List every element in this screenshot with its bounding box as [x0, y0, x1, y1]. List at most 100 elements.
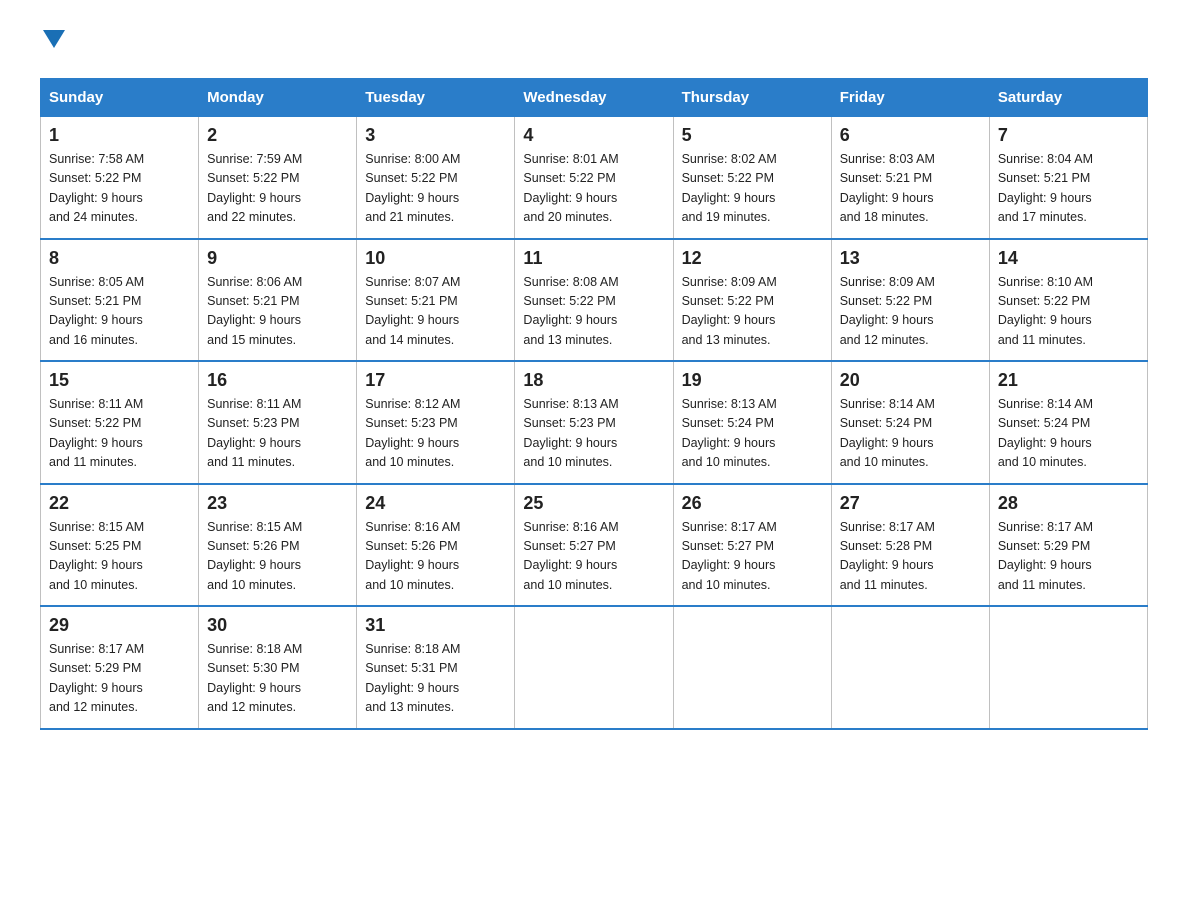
calendar-cell	[515, 606, 673, 729]
day-info: Sunrise: 8:14 AMSunset: 5:24 PMDaylight:…	[998, 397, 1093, 469]
day-info: Sunrise: 8:17 AMSunset: 5:27 PMDaylight:…	[682, 520, 777, 592]
day-number: 30	[207, 615, 348, 636]
calendar-cell: 25 Sunrise: 8:16 AMSunset: 5:27 PMDaylig…	[515, 484, 673, 607]
day-number: 23	[207, 493, 348, 514]
calendar-cell: 3 Sunrise: 8:00 AMSunset: 5:22 PMDayligh…	[357, 117, 515, 239]
day-info: Sunrise: 8:05 AMSunset: 5:21 PMDaylight:…	[49, 275, 144, 347]
day-info: Sunrise: 8:15 AMSunset: 5:25 PMDaylight:…	[49, 520, 144, 592]
day-header-sunday: Sunday	[41, 79, 199, 117]
day-info: Sunrise: 8:11 AMSunset: 5:22 PMDaylight:…	[49, 397, 143, 469]
week-row-5: 29 Sunrise: 8:17 AMSunset: 5:29 PMDaylig…	[41, 606, 1148, 729]
day-info: Sunrise: 8:00 AMSunset: 5:22 PMDaylight:…	[365, 152, 460, 224]
calendar-cell: 31 Sunrise: 8:18 AMSunset: 5:31 PMDaylig…	[357, 606, 515, 729]
day-info: Sunrise: 8:10 AMSunset: 5:22 PMDaylight:…	[998, 275, 1093, 347]
day-info: Sunrise: 8:06 AMSunset: 5:21 PMDaylight:…	[207, 275, 302, 347]
day-number: 19	[682, 370, 823, 391]
day-number: 3	[365, 125, 506, 146]
page-header	[40, 30, 1148, 54]
day-number: 18	[523, 370, 664, 391]
calendar-cell: 8 Sunrise: 8:05 AMSunset: 5:21 PMDayligh…	[41, 239, 199, 362]
day-info: Sunrise: 8:08 AMSunset: 5:22 PMDaylight:…	[523, 275, 618, 347]
day-header-tuesday: Tuesday	[357, 79, 515, 117]
day-number: 28	[998, 493, 1139, 514]
day-number: 22	[49, 493, 190, 514]
calendar-cell: 12 Sunrise: 8:09 AMSunset: 5:22 PMDaylig…	[673, 239, 831, 362]
day-number: 29	[49, 615, 190, 636]
day-number: 9	[207, 248, 348, 269]
day-info: Sunrise: 8:04 AMSunset: 5:21 PMDaylight:…	[998, 152, 1093, 224]
day-info: Sunrise: 8:01 AMSunset: 5:22 PMDaylight:…	[523, 152, 618, 224]
day-number: 26	[682, 493, 823, 514]
calendar-cell: 23 Sunrise: 8:15 AMSunset: 5:26 PMDaylig…	[199, 484, 357, 607]
calendar-cell: 30 Sunrise: 8:18 AMSunset: 5:30 PMDaylig…	[199, 606, 357, 729]
calendar-header: SundayMondayTuesdayWednesdayThursdayFrid…	[41, 79, 1148, 117]
calendar-cell: 5 Sunrise: 8:02 AMSunset: 5:22 PMDayligh…	[673, 117, 831, 239]
day-info: Sunrise: 8:09 AMSunset: 5:22 PMDaylight:…	[682, 275, 777, 347]
logo-triangle-icon	[43, 30, 65, 48]
header-row: SundayMondayTuesdayWednesdayThursdayFrid…	[41, 79, 1148, 117]
day-number: 10	[365, 248, 506, 269]
day-number: 16	[207, 370, 348, 391]
calendar-cell	[989, 606, 1147, 729]
calendar-cell: 2 Sunrise: 7:59 AMSunset: 5:22 PMDayligh…	[199, 117, 357, 239]
week-row-3: 15 Sunrise: 8:11 AMSunset: 5:22 PMDaylig…	[41, 361, 1148, 484]
day-number: 13	[840, 248, 981, 269]
day-number: 1	[49, 125, 190, 146]
day-number: 17	[365, 370, 506, 391]
calendar-cell: 22 Sunrise: 8:15 AMSunset: 5:25 PMDaylig…	[41, 484, 199, 607]
day-info: Sunrise: 8:18 AMSunset: 5:30 PMDaylight:…	[207, 642, 302, 714]
day-header-wednesday: Wednesday	[515, 79, 673, 117]
day-info: Sunrise: 7:59 AMSunset: 5:22 PMDaylight:…	[207, 152, 302, 224]
day-number: 31	[365, 615, 506, 636]
day-number: 2	[207, 125, 348, 146]
day-info: Sunrise: 7:58 AMSunset: 5:22 PMDaylight:…	[49, 152, 144, 224]
calendar-cell: 16 Sunrise: 8:11 AMSunset: 5:23 PMDaylig…	[199, 361, 357, 484]
calendar-cell: 29 Sunrise: 8:17 AMSunset: 5:29 PMDaylig…	[41, 606, 199, 729]
calendar-cell: 21 Sunrise: 8:14 AMSunset: 5:24 PMDaylig…	[989, 361, 1147, 484]
calendar-cell: 13 Sunrise: 8:09 AMSunset: 5:22 PMDaylig…	[831, 239, 989, 362]
calendar-table: SundayMondayTuesdayWednesdayThursdayFrid…	[40, 78, 1148, 730]
week-row-1: 1 Sunrise: 7:58 AMSunset: 5:22 PMDayligh…	[41, 117, 1148, 239]
day-info: Sunrise: 8:12 AMSunset: 5:23 PMDaylight:…	[365, 397, 460, 469]
day-header-monday: Monday	[199, 79, 357, 117]
day-info: Sunrise: 8:11 AMSunset: 5:23 PMDaylight:…	[207, 397, 301, 469]
day-info: Sunrise: 8:13 AMSunset: 5:23 PMDaylight:…	[523, 397, 618, 469]
logo	[40, 30, 65, 54]
day-info: Sunrise: 8:13 AMSunset: 5:24 PMDaylight:…	[682, 397, 777, 469]
calendar-cell: 10 Sunrise: 8:07 AMSunset: 5:21 PMDaylig…	[357, 239, 515, 362]
calendar-cell: 7 Sunrise: 8:04 AMSunset: 5:21 PMDayligh…	[989, 117, 1147, 239]
day-info: Sunrise: 8:16 AMSunset: 5:26 PMDaylight:…	[365, 520, 460, 592]
day-number: 12	[682, 248, 823, 269]
calendar-cell: 6 Sunrise: 8:03 AMSunset: 5:21 PMDayligh…	[831, 117, 989, 239]
day-info: Sunrise: 8:02 AMSunset: 5:22 PMDaylight:…	[682, 152, 777, 224]
calendar-cell: 20 Sunrise: 8:14 AMSunset: 5:24 PMDaylig…	[831, 361, 989, 484]
calendar-cell: 19 Sunrise: 8:13 AMSunset: 5:24 PMDaylig…	[673, 361, 831, 484]
day-number: 4	[523, 125, 664, 146]
calendar-cell: 17 Sunrise: 8:12 AMSunset: 5:23 PMDaylig…	[357, 361, 515, 484]
day-info: Sunrise: 8:15 AMSunset: 5:26 PMDaylight:…	[207, 520, 302, 592]
day-number: 11	[523, 248, 664, 269]
calendar-cell: 9 Sunrise: 8:06 AMSunset: 5:21 PMDayligh…	[199, 239, 357, 362]
day-number: 20	[840, 370, 981, 391]
day-info: Sunrise: 8:18 AMSunset: 5:31 PMDaylight:…	[365, 642, 460, 714]
day-header-friday: Friday	[831, 79, 989, 117]
day-number: 21	[998, 370, 1139, 391]
day-number: 6	[840, 125, 981, 146]
day-number: 8	[49, 248, 190, 269]
week-row-2: 8 Sunrise: 8:05 AMSunset: 5:21 PMDayligh…	[41, 239, 1148, 362]
day-info: Sunrise: 8:17 AMSunset: 5:29 PMDaylight:…	[49, 642, 144, 714]
calendar-cell: 24 Sunrise: 8:16 AMSunset: 5:26 PMDaylig…	[357, 484, 515, 607]
calendar-cell: 11 Sunrise: 8:08 AMSunset: 5:22 PMDaylig…	[515, 239, 673, 362]
day-number: 5	[682, 125, 823, 146]
day-number: 24	[365, 493, 506, 514]
day-number: 25	[523, 493, 664, 514]
day-number: 15	[49, 370, 190, 391]
calendar-cell	[831, 606, 989, 729]
day-info: Sunrise: 8:17 AMSunset: 5:29 PMDaylight:…	[998, 520, 1093, 592]
calendar-cell	[673, 606, 831, 729]
day-info: Sunrise: 8:17 AMSunset: 5:28 PMDaylight:…	[840, 520, 935, 592]
calendar-cell: 4 Sunrise: 8:01 AMSunset: 5:22 PMDayligh…	[515, 117, 673, 239]
day-number: 7	[998, 125, 1139, 146]
calendar-cell: 1 Sunrise: 7:58 AMSunset: 5:22 PMDayligh…	[41, 117, 199, 239]
day-number: 27	[840, 493, 981, 514]
